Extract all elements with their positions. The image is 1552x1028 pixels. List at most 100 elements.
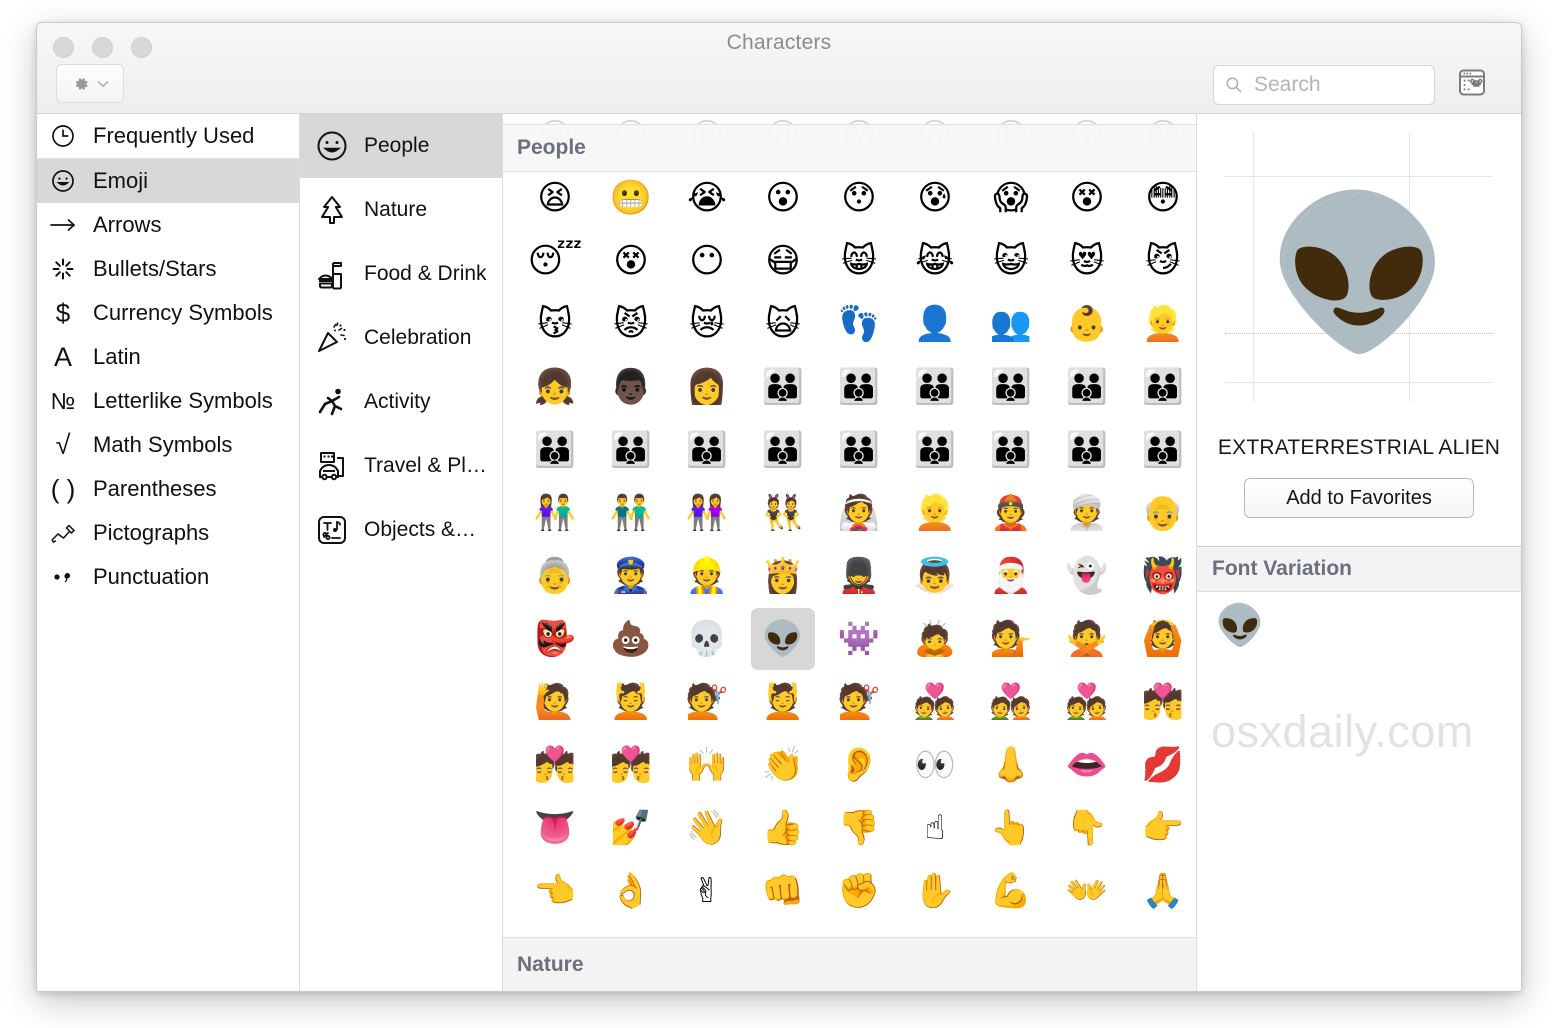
emoji-cell[interactable]: 👪	[1049, 422, 1125, 478]
emoji-cell[interactable]: 👄	[1049, 737, 1125, 793]
emoji-cell[interactable]: 😷	[745, 233, 821, 289]
emoji-cell[interactable]: 😫	[517, 170, 593, 226]
emoji-cell[interactable]: 👆	[973, 800, 1049, 856]
sidebar-item-arrows[interactable]: Arrows	[37, 203, 299, 247]
emoji-cell[interactable]: 👉	[1125, 800, 1196, 856]
emoji-cell[interactable]: 👸	[745, 548, 821, 604]
emoji-cell[interactable]: 👥	[973, 296, 1049, 352]
sidebar-item-pictographs[interactable]: Pictographs	[37, 511, 299, 555]
emoji-cell[interactable]: 👮	[593, 548, 669, 604]
emoji-cell[interactable]: 👪	[821, 422, 897, 478]
emoji-cell[interactable]: 👌	[593, 863, 669, 919]
sidebar-item-punctuation[interactable]: Punctuation	[37, 555, 299, 599]
emoji-cell[interactable]: 😵	[1049, 170, 1125, 226]
emoji-cell[interactable]: 😭	[669, 170, 745, 226]
emoji-cell[interactable]: 👂	[821, 737, 897, 793]
emoji-cell[interactable]: 👩	[669, 359, 745, 415]
emoji-cell[interactable]: 💏	[1125, 674, 1196, 730]
emoji-cell[interactable]: 😽	[517, 296, 593, 352]
emoji-cell[interactable]: 😸	[821, 233, 897, 289]
sidebar-item-emoji[interactable]: Emoji	[37, 159, 299, 203]
emoji-cell[interactable]: 😰	[897, 170, 973, 226]
emoji-cell[interactable]: 👪	[973, 359, 1049, 415]
emoji-cell[interactable]: ✋	[897, 863, 973, 919]
emoji-cell[interactable]: 👅	[517, 800, 593, 856]
emoji-cell[interactable]: 💏	[593, 737, 669, 793]
emoji-cell[interactable]: 🙋	[517, 674, 593, 730]
emoji-cell[interactable]: 👶	[1049, 296, 1125, 352]
emoji-cell[interactable]: 💋	[1125, 737, 1196, 793]
search-field[interactable]	[1213, 65, 1435, 105]
sidebar-item-latin[interactable]: A Latin	[37, 335, 299, 379]
emoji-cell[interactable]: 💑	[973, 674, 1049, 730]
emoji-cell[interactable]: 😬	[593, 170, 669, 226]
emoji-grid-panel[interactable]: 😖😣😫😩😯😦😧😮😓 People 😫😬😭😮😯😰😱😵😳😴😵😶😷😸😹😺😻😼😽😾😿🙀👣…	[503, 114, 1197, 991]
category-item-travel-places[interactable]: Travel & Pl…	[300, 434, 502, 498]
keyboard-viewer-button[interactable]	[1455, 69, 1489, 101]
emoji-cell[interactable]: 😱	[973, 170, 1049, 226]
emoji-cell[interactable]: 👎	[821, 800, 897, 856]
emoji-grid-scroll[interactable]: 😖😣😫😩😯😦😧😮😓 People 😫😬😭😮😯😰😱😵😳😴😵😶😷😸😹😺😻😼😽😾😿🙀👣…	[503, 114, 1196, 991]
emoji-cell[interactable]: 👪	[1049, 359, 1125, 415]
emoji-cell[interactable]: 👪	[593, 422, 669, 478]
emoji-cell-selected[interactable]: 👽	[751, 607, 815, 670]
font-variation-item[interactable]: 👽	[1215, 606, 1521, 646]
emoji-cell[interactable]: 😯	[821, 170, 897, 226]
sidebar-item-bullets-stars[interactable]: Bullets/Stars	[37, 247, 299, 291]
action-menu-button[interactable]	[56, 64, 124, 103]
emoji-cell[interactable]: 👷	[669, 548, 745, 604]
emoji-cell[interactable]: 😻	[1049, 233, 1125, 289]
emoji-cell[interactable]: 😿	[669, 296, 745, 352]
emoji-cell[interactable]: 👈	[517, 863, 593, 919]
emoji-cell[interactable]: 👫	[517, 485, 593, 541]
emoji-cell[interactable]: 🙇	[897, 611, 973, 667]
emoji-cell[interactable]: 👭	[669, 485, 745, 541]
emoji-cell[interactable]: 👀	[897, 737, 973, 793]
emoji-cell[interactable]: 😼	[1125, 233, 1196, 289]
emoji-cell[interactable]: 👪	[745, 422, 821, 478]
emoji-cell[interactable]: 👱	[897, 485, 973, 541]
emoji-cell[interactable]: 👪	[897, 422, 973, 478]
emoji-cell[interactable]: 😳	[1125, 170, 1196, 226]
emoji-cell[interactable]: 😶	[669, 233, 745, 289]
emoji-cell[interactable]: 😴	[517, 233, 593, 289]
emoji-cell[interactable]: 👪	[973, 422, 1049, 478]
emoji-cell[interactable]: 👃	[973, 737, 1049, 793]
emoji-cell[interactable]: 💪	[973, 863, 1049, 919]
emoji-cell[interactable]: 💏	[517, 737, 593, 793]
emoji-cell[interactable]: 😺	[973, 233, 1049, 289]
emoji-cell[interactable]: 👬	[593, 485, 669, 541]
emoji-cell[interactable]: 👪	[669, 422, 745, 478]
emoji-cell[interactable]: 🙀	[745, 296, 821, 352]
sidebar-item-math-symbols[interactable]: √ Math Symbols	[37, 423, 299, 467]
emoji-cell[interactable]: 👰	[821, 485, 897, 541]
emoji-cell[interactable]: 👴	[1125, 485, 1196, 541]
emoji-cell[interactable]: 💂	[821, 548, 897, 604]
emoji-cell[interactable]: 😵	[593, 233, 669, 289]
category-item-activity[interactable]: Activity	[300, 370, 502, 434]
emoji-cell[interactable]: 👪	[745, 359, 821, 415]
emoji-cell[interactable]: 😮	[745, 170, 821, 226]
category-item-celebration[interactable]: Celebration	[300, 306, 502, 370]
emoji-cell[interactable]: 💇	[821, 674, 897, 730]
emoji-cell[interactable]: 💀	[669, 611, 745, 667]
emoji-cell[interactable]: 🎅	[973, 548, 1049, 604]
sidebar-item-currency-symbols[interactable]: $ Currency Symbols	[37, 291, 299, 335]
emoji-cell[interactable]: ☝	[897, 800, 973, 856]
emoji-cell[interactable]: 💩	[593, 611, 669, 667]
emoji-cell[interactable]: 😾	[593, 296, 669, 352]
emoji-cell[interactable]: 👏	[745, 737, 821, 793]
emoji-cell[interactable]: 👵	[517, 548, 593, 604]
category-item-objects-symbols[interactable]: Objects &…	[300, 498, 502, 562]
category-item-food-drink[interactable]: Food & Drink	[300, 242, 502, 306]
emoji-cell[interactable]: 💆	[593, 674, 669, 730]
emoji-cell[interactable]: 💆	[745, 674, 821, 730]
emoji-cell[interactable]: 👲	[973, 485, 1049, 541]
emoji-cell[interactable]: 👨🏿	[593, 359, 669, 415]
emoji-cell[interactable]: 👐	[1049, 863, 1125, 919]
emoji-cell[interactable]: 👪	[1125, 359, 1196, 415]
emoji-cell[interactable]: 🙌	[669, 737, 745, 793]
emoji-cell[interactable]: 👱	[1125, 296, 1196, 352]
emoji-cell[interactable]: 👯	[745, 485, 821, 541]
emoji-cell[interactable]: 👳	[1049, 485, 1125, 541]
